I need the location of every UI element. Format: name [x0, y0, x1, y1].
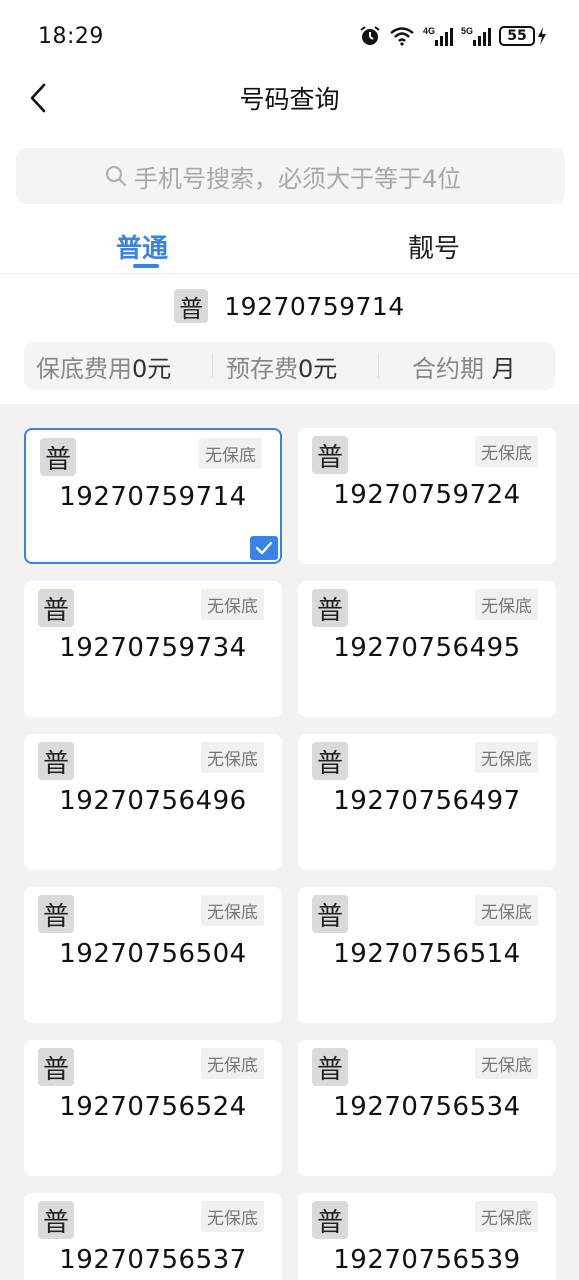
number-card[interactable]: 普 无保底 19270756534	[298, 1040, 556, 1176]
search-placeholder: 手机号搜索，必须大于等于4位	[134, 164, 462, 193]
fees-bar: 保底费用0元 预存费0元 合约期 月	[24, 342, 555, 390]
header: 号码查询	[0, 72, 579, 124]
number-type-badge: 普	[312, 1201, 348, 1239]
number-type-badge: 普	[312, 1048, 348, 1086]
tab-normal[interactable]: 普通	[116, 228, 168, 265]
card-number: 19270756504	[59, 939, 247, 969]
min-fee-label: 保底费用	[36, 354, 132, 383]
min-fee-value: 0元	[132, 354, 172, 383]
contract-period: 合约期 月	[412, 349, 516, 384]
prestore-label: 预存费	[226, 354, 298, 383]
status-icons: 4G 5G 55	[359, 25, 547, 47]
number-card[interactable]: 普 无保底 19270756495	[298, 581, 556, 717]
net1-label: 4G	[423, 26, 435, 36]
card-number: 19270759734	[59, 633, 247, 663]
number-card[interactable]: 普 无保底 19270759714	[24, 428, 282, 564]
no-min-fee-tag: 无保底	[201, 895, 264, 926]
card-number: 19270756537	[59, 1245, 247, 1275]
number-type-badge: 普	[312, 895, 348, 933]
number-type-badge: 普	[312, 589, 348, 627]
number-type-badge: 普	[38, 742, 74, 780]
card-number: 19270756539	[333, 1245, 521, 1275]
number-grid: 普 无保底 19270759714 普 无保底 19270759724 普 无保…	[0, 404, 579, 1280]
search-input[interactable]: 手机号搜索，必须大于等于4位	[16, 148, 565, 204]
search-icon	[105, 165, 127, 187]
card-number: 19270756514	[333, 939, 521, 969]
tab-bar: 普通 靓号	[0, 216, 579, 274]
number-card[interactable]: 普 无保底 19270756497	[298, 734, 556, 870]
signal-5g-icon: 5G	[461, 26, 491, 46]
card-number: 19270756524	[59, 1092, 247, 1122]
alarm-icon	[360, 26, 380, 45]
fee-divider	[212, 354, 213, 378]
no-min-fee-tag: 无保底	[199, 438, 262, 469]
no-min-fee-tag: 无保底	[475, 436, 538, 467]
number-type-badge: 普	[312, 436, 348, 474]
number-card[interactable]: 普 无保底 19270756514	[298, 887, 556, 1023]
status-bar: 18:29 4G 5G 55	[0, 0, 579, 72]
status-time: 18:29	[38, 23, 104, 49]
number-card[interactable]: 普 无保底 19270756524	[24, 1040, 282, 1176]
prestore-fee: 预存费0元	[226, 349, 337, 384]
min-fee: 保底费用0元	[36, 349, 171, 384]
net2-label: 5G	[461, 26, 473, 36]
number-card[interactable]: 普 无保底 19270756504	[24, 887, 282, 1023]
card-number: 19270759724	[333, 480, 521, 510]
charging-icon	[538, 27, 546, 45]
tab-pretty-number[interactable]: 靓号	[408, 228, 460, 265]
number-type-badge: 普	[312, 742, 348, 780]
number-type-badge: 普	[38, 895, 74, 933]
number-card[interactable]: 普 无保底 19270759734	[24, 581, 282, 717]
number-type-badge: 普	[38, 589, 74, 627]
battery-icon: 55	[499, 26, 547, 46]
no-min-fee-tag: 无保底	[201, 589, 264, 620]
card-number: 19270756496	[59, 786, 247, 816]
card-number: 19270759714	[59, 482, 247, 512]
battery-level: 55	[499, 26, 535, 46]
card-number: 19270756497	[333, 786, 521, 816]
card-number: 19270756534	[333, 1092, 521, 1122]
number-type-badge: 普	[174, 289, 209, 323]
selected-number-line: 普 19270759714	[0, 284, 579, 328]
contract-value: 月	[491, 354, 516, 383]
number-card[interactable]: 普 无保底 19270756496	[24, 734, 282, 870]
no-min-fee-tag: 无保底	[475, 895, 538, 926]
no-min-fee-tag: 无保底	[201, 1201, 264, 1232]
number-type-badge: 普	[40, 438, 76, 476]
contract-label: 合约期	[412, 354, 484, 383]
no-min-fee-tag: 无保底	[475, 589, 538, 620]
no-min-fee-tag: 无保底	[475, 742, 538, 773]
no-min-fee-tag: 无保底	[201, 742, 264, 773]
check-icon	[250, 536, 278, 560]
selected-number: 19270759714	[224, 291, 405, 321]
no-min-fee-tag: 无保底	[475, 1201, 538, 1232]
active-tab-indicator	[133, 264, 159, 268]
no-min-fee-tag: 无保底	[201, 1048, 264, 1079]
number-type-badge: 普	[38, 1048, 74, 1086]
number-type-badge: 普	[38, 1201, 74, 1239]
number-card[interactable]: 普 无保底 19270756537	[24, 1193, 282, 1280]
signal-4g-icon: 4G	[423, 26, 453, 46]
number-card[interactable]: 普 无保底 19270756539	[298, 1193, 556, 1280]
card-number: 19270756495	[333, 633, 521, 663]
wifi-icon	[390, 27, 414, 46]
number-card[interactable]: 普 无保底 19270759724	[298, 428, 556, 564]
page-title: 号码查询	[239, 85, 340, 114]
prestore-value: 0元	[298, 354, 338, 383]
no-min-fee-tag: 无保底	[475, 1048, 538, 1079]
fee-divider	[378, 354, 379, 378]
